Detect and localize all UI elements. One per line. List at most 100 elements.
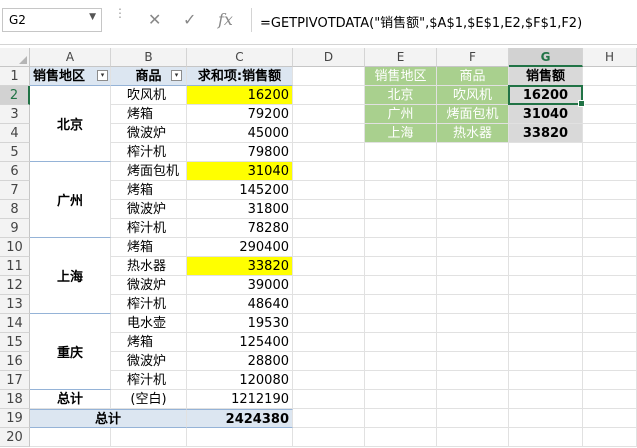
grid-cell[interactable] <box>365 333 437 352</box>
insert-function-icon[interactable]: fx <box>218 10 233 29</box>
grid-cell[interactable] <box>583 276 637 295</box>
column-header-h[interactable]: H <box>583 48 637 67</box>
pivot-value[interactable]: 78280 <box>187 219 293 238</box>
row-header-9[interactable]: 9 <box>0 219 30 238</box>
pivot-product[interactable]: 烤箱 <box>111 105 187 124</box>
pivot-product[interactable]: 烤面包机 <box>111 162 187 181</box>
grid-cell[interactable] <box>509 295 583 314</box>
pivot-value[interactable]: 31800 <box>187 200 293 219</box>
pivot-value[interactable]: 125400 <box>187 333 293 352</box>
lookup-header-region[interactable]: 销售地区 <box>365 67 437 86</box>
grid-cell[interactable] <box>437 162 509 181</box>
cancel-icon[interactable]: ✕ <box>148 10 161 29</box>
lookup-region[interactable]: 广州 <box>365 105 437 124</box>
grid-cell[interactable] <box>583 181 637 200</box>
grid-cell[interactable] <box>293 276 365 295</box>
column-header-g[interactable]: G <box>509 48 583 67</box>
pivot-product[interactable]: 烤箱 <box>111 238 187 257</box>
grid-cell[interactable] <box>509 143 583 162</box>
row-header-12[interactable]: 12 <box>0 276 30 295</box>
grid-cell[interactable] <box>293 124 365 143</box>
grid-cell[interactable] <box>583 67 637 86</box>
grid-cell[interactable] <box>293 390 365 409</box>
lookup-product[interactable]: 热水器 <box>437 124 509 143</box>
grid-cell[interactable] <box>509 276 583 295</box>
grid-cell[interactable] <box>583 257 637 276</box>
lookup-header-product[interactable]: 商品 <box>437 67 509 86</box>
grid-cell[interactable] <box>365 200 437 219</box>
pivot-header-sum[interactable]: 求和项:销售额 <box>187 67 293 86</box>
pivot-product[interactable]: 微波炉 <box>111 276 187 295</box>
grid-cell[interactable] <box>365 276 437 295</box>
lookup-region[interactable]: 上海 <box>365 124 437 143</box>
grid-cell[interactable] <box>509 219 583 238</box>
row-header-4[interactable]: 4 <box>0 124 30 143</box>
grid-cell[interactable] <box>583 143 637 162</box>
pivot-product[interactable]: 热水器 <box>111 257 187 276</box>
grid-cell[interactable] <box>437 143 509 162</box>
row-header-20[interactable]: 20 <box>0 428 30 447</box>
pivot-header-region[interactable]: 销售地区 ▾ <box>30 67 111 86</box>
grid-cell[interactable] <box>583 333 637 352</box>
grid-cell[interactable] <box>365 219 437 238</box>
pivot-product[interactable]: 榨汁机 <box>111 143 187 162</box>
pivot-region-label[interactable]: 广州 <box>30 162 111 238</box>
column-header-c[interactable]: C <box>187 48 293 67</box>
pivot-product[interactable]: 微波炉 <box>111 124 187 143</box>
grid-cell[interactable] <box>365 295 437 314</box>
filter-dropdown-icon[interactable]: ▾ <box>171 70 182 81</box>
name-box[interactable]: G2 ▼ <box>2 8 102 32</box>
row-header-18[interactable]: 18 <box>0 390 30 409</box>
column-header-a[interactable]: A <box>30 48 111 67</box>
row-header-6[interactable]: 6 <box>0 162 30 181</box>
grid-cell[interactable] <box>293 428 365 447</box>
grid-cell[interactable] <box>437 409 509 428</box>
pivot-product[interactable]: 烤箱 <box>111 333 187 352</box>
grid-cell[interactable] <box>365 390 437 409</box>
grid-cell[interactable] <box>293 238 365 257</box>
lookup-product[interactable]: 吹风机 <box>437 86 509 105</box>
grid-cell[interactable] <box>509 409 583 428</box>
grid-cell[interactable] <box>437 428 509 447</box>
grid-cell[interactable] <box>583 105 637 124</box>
row-header-7[interactable]: 7 <box>0 181 30 200</box>
grid-cell[interactable] <box>293 67 365 86</box>
pivot-value[interactable]: 31040 <box>187 162 293 181</box>
pivot-product[interactable]: 微波炉 <box>111 200 187 219</box>
pivot-value[interactable]: 79200 <box>187 105 293 124</box>
pivot-value[interactable]: 120080 <box>187 371 293 390</box>
row-header-2[interactable]: 2 <box>0 86 30 105</box>
grid-cell[interactable] <box>365 409 437 428</box>
column-header-e[interactable]: E <box>365 48 437 67</box>
pivot-region-label[interactable]: 上海 <box>30 238 111 314</box>
pivot-value[interactable]: 16200 <box>187 86 293 105</box>
pivot-region-label[interactable]: 重庆 <box>30 314 111 390</box>
grid-cell[interactable] <box>293 257 365 276</box>
grid-cell[interactable] <box>509 333 583 352</box>
pivot-value[interactable]: 290400 <box>187 238 293 257</box>
column-header-f[interactable]: F <box>437 48 509 67</box>
row-header-19[interactable]: 19 <box>0 409 30 428</box>
grid-cell[interactable] <box>509 200 583 219</box>
pivot-value[interactable]: 28800 <box>187 352 293 371</box>
row-header-8[interactable]: 8 <box>0 200 30 219</box>
grid-cell[interactable] <box>437 352 509 371</box>
grid-cell[interactable] <box>437 390 509 409</box>
pivot-value[interactable]: 33820 <box>187 257 293 276</box>
grid-cell[interactable] <box>293 200 365 219</box>
grid-cell[interactable] <box>583 409 637 428</box>
lookup-sales[interactable]: 33820 <box>509 124 583 143</box>
grid-cell[interactable] <box>365 371 437 390</box>
row-header-10[interactable]: 10 <box>0 238 30 257</box>
row-header-11[interactable]: 11 <box>0 257 30 276</box>
grid-cell[interactable] <box>437 200 509 219</box>
grid-cell[interactable] <box>293 295 365 314</box>
lookup-region[interactable]: 北京 <box>365 86 437 105</box>
pivot-value[interactable]: 19530 <box>187 314 293 333</box>
grid-cell[interactable] <box>437 181 509 200</box>
grid-cell[interactable] <box>583 352 637 371</box>
chevron-down-icon[interactable]: ▼ <box>89 12 96 22</box>
grid-cell[interactable] <box>293 143 365 162</box>
lookup-header-sales[interactable]: 销售额 <box>509 67 583 86</box>
grid-cell[interactable] <box>365 257 437 276</box>
